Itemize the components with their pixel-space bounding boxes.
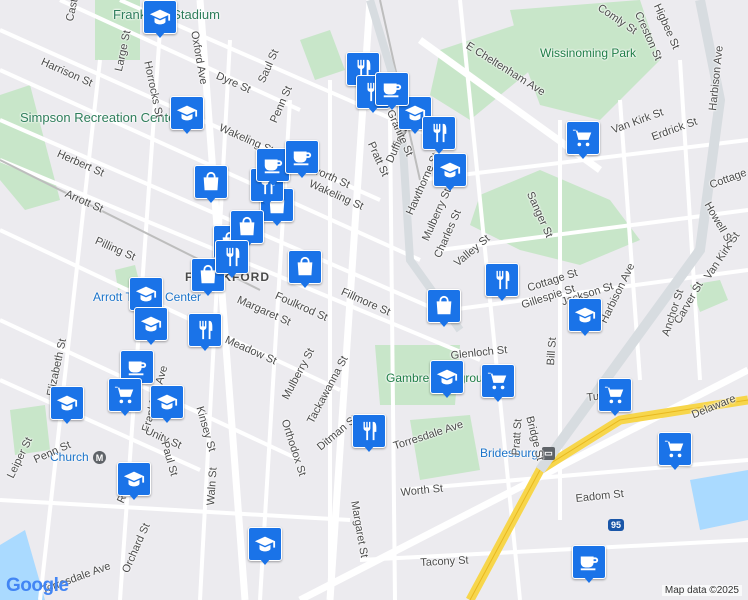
school-pin[interactable] — [134, 307, 168, 347]
cafe-pin[interactable] — [375, 72, 409, 112]
grocery-cart-icon — [114, 384, 136, 406]
google-logo-text: Google — [6, 575, 69, 596]
grocery-cart-pin[interactable] — [481, 364, 515, 404]
grocery-cart-icon — [487, 370, 509, 392]
restaurant-icon — [428, 122, 450, 144]
school-pin[interactable] — [248, 527, 282, 567]
restaurant-pin[interactable] — [352, 414, 386, 454]
restaurant-pin[interactable] — [215, 240, 249, 280]
cafe-icon — [126, 356, 148, 378]
shopping-bag-icon — [236, 216, 258, 238]
grocery-cart-icon — [572, 127, 594, 149]
metro-icon[interactable]: M — [93, 451, 106, 464]
school-pin[interactable] — [50, 386, 84, 426]
school-icon — [176, 102, 198, 124]
school-pin[interactable] — [150, 385, 184, 425]
school-icon — [439, 159, 461, 181]
grocery-cart-icon — [664, 438, 686, 460]
shopping-bag-pin[interactable] — [427, 289, 461, 329]
school-icon — [436, 366, 458, 388]
google-logo: Google — [6, 575, 69, 597]
grocery-cart-pin[interactable] — [566, 121, 600, 161]
grocery-cart-pin[interactable] — [598, 378, 632, 418]
interstate-shield: 95 — [608, 519, 625, 531]
cafe-icon — [291, 146, 313, 168]
map-attribution: Map data ©2025 — [661, 585, 742, 596]
cafe-icon — [262, 154, 284, 176]
shopping-bag-pin[interactable] — [288, 250, 322, 290]
restaurant-icon — [491, 269, 513, 291]
street-label: Tacony St — [420, 554, 469, 569]
street-label: Pratt St — [510, 418, 525, 456]
school-icon — [56, 392, 78, 414]
map-canvas[interactable]: Frankford Stadium Wissinoming Park Simps… — [0, 0, 748, 600]
school-pin[interactable] — [170, 96, 204, 136]
school-pin[interactable] — [430, 360, 464, 400]
restaurant-icon — [358, 420, 380, 442]
grocery-cart-pin[interactable] — [658, 432, 692, 472]
street-label: Bill St — [545, 336, 559, 366]
school-pin[interactable] — [568, 298, 602, 338]
school-icon — [123, 468, 145, 490]
school-icon — [156, 391, 178, 413]
restaurant-pin[interactable] — [485, 263, 519, 303]
school-pin[interactable] — [433, 153, 467, 193]
shopping-bag-icon — [433, 295, 455, 317]
school-pin[interactable] — [143, 0, 177, 40]
park-label-wissinoming[interactable]: Wissinoming Park — [540, 46, 636, 60]
school-icon — [254, 533, 276, 555]
cafe-icon — [381, 78, 403, 100]
grocery-cart-icon — [604, 384, 626, 406]
school-icon — [149, 6, 171, 28]
restaurant-icon — [194, 319, 216, 341]
shopping-bag-icon — [200, 171, 222, 193]
restaurant-pin[interactable] — [422, 116, 456, 156]
school-icon — [140, 313, 162, 335]
school-icon — [135, 283, 157, 305]
shopping-bag-pin[interactable] — [194, 165, 228, 205]
school-pin[interactable] — [117, 462, 151, 502]
cafe-pin[interactable] — [285, 140, 319, 180]
poi-label-bridesburg[interactable]: Bridesburg — [480, 446, 538, 460]
cafe-pin[interactable] — [572, 545, 606, 585]
restaurant-pin[interactable] — [188, 313, 222, 353]
restaurant-icon — [221, 246, 243, 268]
grocery-cart-pin[interactable] — [108, 378, 142, 418]
cafe-icon — [578, 551, 600, 573]
school-icon — [574, 304, 596, 326]
shopping-bag-icon — [294, 256, 316, 278]
